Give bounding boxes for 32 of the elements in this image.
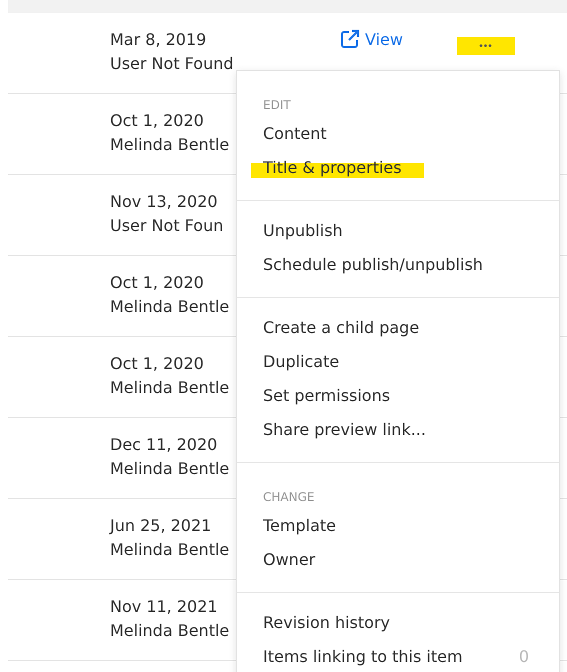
menu-item[interactable]: Duplicate: [237, 345, 559, 379]
date-text: Oct 1, 2020: [110, 110, 204, 132]
menu-item[interactable]: Template: [237, 509, 559, 543]
section-header: CHANGE: [262, 489, 316, 506]
menu-item[interactable]: Items linking to this item 0: [237, 640, 559, 672]
external-link-icon: [340, 29, 360, 49]
author-text: User Not Found: [110, 53, 234, 75]
section-header: EDIT: [262, 97, 292, 114]
author-text: Melinda Bentle: [110, 296, 230, 318]
menu-item[interactable]: Create a child page: [237, 311, 559, 345]
date-text: Nov 11, 2021: [110, 596, 218, 618]
author-text: User Not Foun: [110, 215, 224, 237]
date-text: Dec 11, 2020: [110, 434, 218, 456]
view-link[interactable]: View: [340, 27, 403, 51]
menu-item[interactable]: Content: [237, 117, 559, 151]
date-text: Nov 13, 2020: [110, 191, 218, 213]
date-text: Oct 1, 2020: [110, 272, 204, 294]
author-text: Melinda Bentle: [110, 458, 230, 480]
author-text: Melinda Bentle: [110, 539, 230, 561]
menu-item[interactable]: Set permissions: [237, 379, 559, 413]
menu-item[interactable]: Revision history: [237, 606, 559, 640]
menu-item[interactable]: Share preview link...: [237, 413, 559, 447]
more-button[interactable]: •••: [456, 37, 515, 55]
author-text: Melinda Bentle: [110, 134, 230, 156]
author-text: Melinda Bentle: [110, 620, 230, 642]
date-text: Oct 1, 2020: [110, 353, 204, 375]
date-text: Mar 8, 2019: [110, 29, 206, 51]
menu-item[interactable]: Owner: [237, 543, 559, 577]
menu-item[interactable]: Schedule publish/unpublish: [237, 248, 559, 282]
date-text: Jun 25, 2021: [110, 515, 212, 537]
menu-item[interactable]: Unpublish: [237, 214, 559, 248]
author-text: Melinda Bentle: [110, 377, 230, 399]
